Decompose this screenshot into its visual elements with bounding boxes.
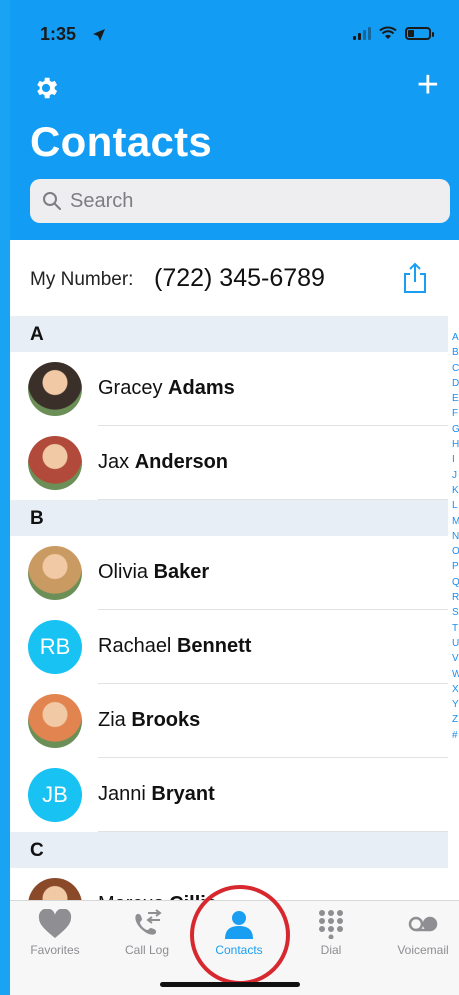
section-letter: B [30, 508, 44, 529]
location-arrow-icon [93, 29, 105, 41]
home-indicator [160, 982, 300, 987]
last-name: Bryant [151, 783, 215, 805]
index-letter[interactable]: T [452, 621, 459, 636]
index-letter[interactable]: W [452, 667, 459, 682]
search-input[interactable]: Search [30, 179, 450, 223]
header: 1:35 + Contacts Search [10, 0, 459, 240]
status-icons [353, 26, 434, 40]
index-letter[interactable]: U [452, 636, 459, 651]
index-letter[interactable]: H [452, 437, 459, 452]
search-placeholder: Search [70, 189, 134, 212]
tab-label: Voicemail [397, 943, 449, 957]
first-name: Rachael [98, 635, 172, 657]
index-letter[interactable]: C [452, 361, 459, 376]
avatar [28, 436, 82, 490]
index-letter[interactable]: N [452, 529, 459, 544]
avatar [28, 546, 82, 600]
first-name: Jax [98, 451, 130, 473]
avatar: JB [28, 768, 82, 822]
index-letter[interactable]: B [452, 345, 459, 360]
last-name: Baker [153, 561, 210, 583]
contact-row[interactable]: Olivia Baker [10, 536, 448, 610]
index-letter[interactable]: Q [452, 575, 459, 590]
tab-dial[interactable]: Dial [286, 909, 376, 957]
index-letter[interactable]: # [452, 728, 459, 743]
index-letter[interactable]: I [452, 452, 459, 467]
contact-name: Jax Anderson [98, 451, 228, 474]
tab-favorites[interactable]: Favorites [10, 909, 100, 957]
last-name: Brooks [131, 709, 201, 731]
avatar [28, 694, 82, 748]
contact-row[interactable]: Zia Brooks [10, 684, 448, 758]
index-letter[interactable]: E [452, 391, 459, 406]
avatar: RB [28, 620, 82, 674]
highlight-circle [190, 885, 290, 985]
add-contact-icon[interactable]: + [417, 66, 439, 104]
my-number-value: (722) 345-6789 [154, 264, 325, 292]
contact-name: Zia Brooks [98, 709, 200, 732]
voicemail-icon [378, 909, 459, 939]
contact-name: Rachael Bennett [98, 635, 251, 658]
call-log-icon [102, 909, 192, 939]
status-time: 1:35 [40, 24, 77, 44]
first-name: Olivia [98, 561, 149, 583]
section-letter: A [30, 324, 44, 345]
index-letter[interactable]: J [452, 468, 459, 483]
index-letter[interactable]: P [452, 559, 459, 574]
index-letter[interactable]: L [452, 498, 459, 513]
signal-icon [353, 26, 371, 40]
index-letter[interactable]: O [452, 544, 459, 559]
index-letter[interactable]: R [452, 590, 459, 605]
index-letter[interactable]: F [452, 406, 459, 421]
index-letter[interactable]: Z [452, 712, 459, 727]
first-name: Janni [98, 783, 146, 805]
first-name: Zia [98, 709, 126, 731]
tab-call-log[interactable]: Call Log [102, 909, 192, 957]
my-number-label: My Number: [30, 269, 134, 290]
tab-label: Dial [320, 943, 342, 957]
my-number-row: My Number: (722) 345-6789 [10, 240, 459, 316]
contact-name: Gracey Adams [98, 377, 235, 400]
contact-row[interactable]: JB Janni Bryant [10, 758, 448, 832]
gear-icon[interactable] [32, 74, 60, 102]
contact-row[interactable]: RB Rachael Bennett [10, 610, 448, 684]
last-name: Bennett [176, 635, 252, 657]
section-header-c: C [10, 832, 448, 868]
share-icon[interactable] [402, 262, 428, 294]
contact-row[interactable]: Gracey Adams [10, 352, 448, 426]
index-letter[interactable]: A [452, 330, 459, 345]
contact-row[interactable]: Jax Anderson [10, 426, 448, 500]
last-name: Anderson [134, 451, 229, 473]
index-letter[interactable]: D [452, 376, 459, 391]
tab-label: Favorites [30, 943, 80, 957]
index-letter[interactable]: G [452, 422, 459, 437]
index-letter[interactable]: M [452, 514, 459, 529]
tab-label: Call Log [124, 943, 170, 957]
contact-name: Olivia Baker [98, 561, 209, 584]
search-icon [43, 192, 61, 210]
keypad-icon [286, 909, 376, 939]
last-name: Adams [168, 377, 235, 399]
index-letter[interactable]: X [452, 682, 459, 697]
alphabet-index[interactable]: A B C D E F G H I J K L M N O P Q R S T U V W X Y Z # [452, 330, 459, 743]
index-letter[interactable]: S [452, 605, 459, 620]
battery-icon [405, 26, 434, 40]
index-letter[interactable]: Y [452, 697, 459, 712]
section-header-b: B [10, 500, 448, 536]
first-name: Gracey [98, 377, 163, 399]
contact-name: Janni Bryant [98, 783, 215, 806]
avatar [28, 362, 82, 416]
heart-icon [10, 909, 100, 939]
index-letter[interactable]: K [452, 483, 459, 498]
page-title: Contacts [30, 118, 213, 165]
tab-voicemail[interactable]: Voicemail [378, 909, 459, 957]
section-letter: C [30, 840, 44, 861]
section-header-a: A [10, 316, 448, 352]
wifi-icon [379, 26, 397, 39]
index-letter[interactable]: V [452, 651, 459, 666]
